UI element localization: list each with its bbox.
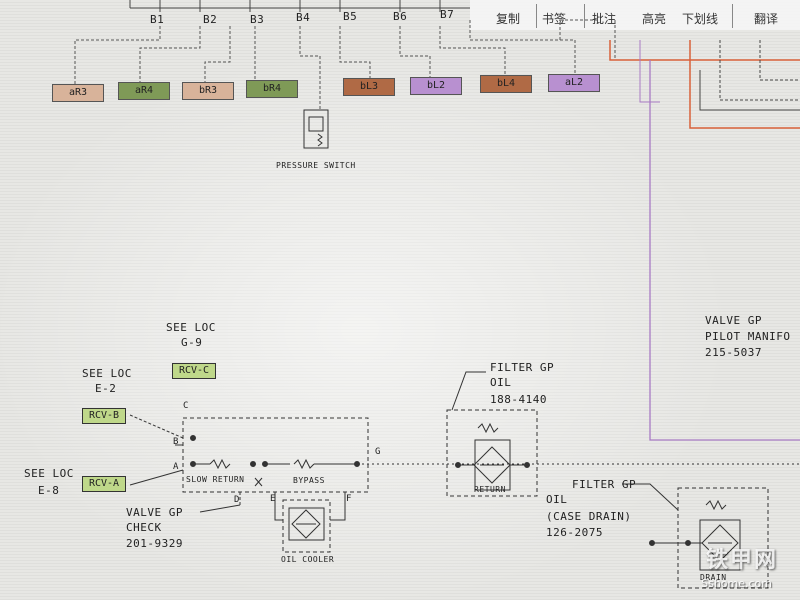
see-loc-label: SEE LOC — [82, 367, 132, 380]
port-b-label: B — [173, 437, 179, 447]
filter-oil-part: 188-4140 — [490, 393, 547, 406]
loc-e2-label: E-2 — [95, 382, 117, 395]
port-e-label: E — [270, 494, 276, 504]
oil-cooler-label: OIL COOLER — [281, 555, 335, 564]
filter-case-part: 126-2075 — [546, 526, 603, 539]
bus-label: B4 — [296, 11, 311, 24]
port-chip-ar4: aR4 — [118, 82, 170, 100]
port-chip-br3: bR3 — [182, 82, 234, 100]
check-valve-subtitle: CHECK — [126, 521, 162, 534]
bus-label: B6 — [393, 10, 408, 23]
port-chip-ar3: aR3 — [52, 84, 104, 102]
pressure-switch-label: PRESSURE SWITCH — [276, 161, 356, 170]
port-chip-br4: bR4 — [246, 80, 298, 98]
bypass-label: BYPASS — [293, 476, 325, 485]
check-valve-part: 201-9329 — [126, 537, 183, 550]
bus-label: B5 — [343, 10, 358, 23]
rcv-a-tag: RCV-A — [82, 476, 126, 492]
port-g-label: G — [375, 447, 381, 457]
bus-label: B2 — [203, 13, 218, 26]
loc-e8-label: E-8 — [38, 484, 60, 497]
filter-case-subtitle: OIL — [546, 493, 568, 506]
check-valve-group — [129, 414, 800, 521]
see-loc-label: SEE LOC — [24, 467, 74, 480]
see-loc-label: SEE LOC — [166, 321, 216, 334]
port-f-label: F — [346, 494, 352, 504]
bus-label: B7 — [440, 8, 455, 21]
rcv-b-tag: RCV-B — [82, 408, 126, 424]
filter-case-title: FILTER GP — [572, 478, 637, 491]
pressure-switch-symbol — [303, 109, 329, 149]
filter-oil-title: FILTER GP — [490, 361, 555, 374]
oil-cooler-symbol — [282, 499, 331, 553]
port-c-label: C — [183, 401, 189, 411]
bus-label: B3 — [250, 13, 265, 26]
pilot-manifold-title: VALVE GP — [705, 314, 762, 327]
port-chip-al2: aL2 — [548, 74, 600, 92]
watermark-brand: 铁甲网 — [705, 548, 778, 573]
port-chip-bl4: bL4 — [480, 75, 532, 93]
slow-return-label: SLOW RETURN — [186, 475, 245, 484]
filter-oil-subtitle: OIL — [490, 376, 512, 389]
check-valve-title: VALVE GP — [126, 506, 183, 519]
pilot-manifold-subtitle: PILOT MANIFO — [705, 330, 791, 343]
bus-label: B1 — [150, 13, 165, 26]
watermark-url: Sshome.com — [701, 577, 772, 590]
port-a-label: A — [173, 462, 179, 472]
rcv-c-tag: RCV-C — [172, 363, 216, 379]
port-d-label: D — [234, 495, 240, 505]
pilot-manifold-part: 215-5037 — [705, 346, 762, 359]
port-chip-bl2: bL2 — [410, 77, 462, 95]
filter-case-note: (CASE DRAIN) — [546, 510, 632, 523]
filter-return-label: RETURN — [474, 485, 506, 494]
loc-g9-label: G-9 — [181, 336, 203, 349]
schematic-screen: 复制 书签 批注 高亮 下划线 翻译 B1 B2 B3 B4 B5 B6 B7 … — [0, 0, 800, 600]
port-chip-bl3: bL3 — [343, 78, 395, 96]
pilot-manifold-lines — [609, 40, 800, 441]
filter-oil-symbol — [446, 371, 538, 497]
